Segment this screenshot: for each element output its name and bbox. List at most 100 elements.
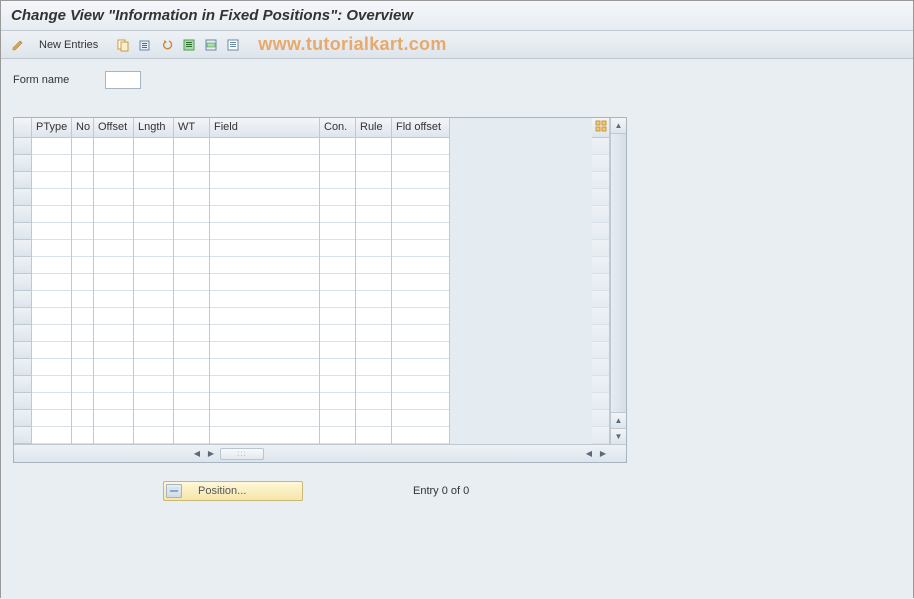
table-cell[interactable] bbox=[174, 291, 209, 308]
scroll-down-end-icon[interactable]: ▼ bbox=[611, 428, 626, 444]
table-cell[interactable] bbox=[134, 274, 173, 291]
row-selector[interactable] bbox=[14, 427, 32, 444]
table-cell[interactable] bbox=[356, 257, 391, 274]
table-cell[interactable] bbox=[210, 308, 319, 325]
table-cell[interactable] bbox=[72, 257, 93, 274]
table-cell[interactable] bbox=[392, 342, 449, 359]
table-cell[interactable] bbox=[174, 206, 209, 223]
table-cell[interactable] bbox=[392, 291, 449, 308]
table-cell[interactable] bbox=[356, 172, 391, 189]
column-header[interactable]: Offset bbox=[94, 118, 133, 138]
table-cell[interactable] bbox=[94, 308, 133, 325]
table-cell[interactable] bbox=[134, 257, 173, 274]
table-cell[interactable] bbox=[356, 291, 391, 308]
row-selector[interactable] bbox=[14, 189, 32, 206]
row-selector[interactable] bbox=[14, 410, 32, 427]
table-cell[interactable] bbox=[94, 206, 133, 223]
table-cell[interactable] bbox=[320, 138, 355, 155]
row-selector[interactable] bbox=[14, 376, 32, 393]
table-cell[interactable] bbox=[210, 291, 319, 308]
row-selector[interactable] bbox=[14, 138, 32, 155]
table-cell[interactable] bbox=[320, 155, 355, 172]
table-cell[interactable] bbox=[134, 325, 173, 342]
table-cell[interactable] bbox=[320, 325, 355, 342]
table-cell[interactable] bbox=[356, 427, 391, 444]
table-cell[interactable] bbox=[32, 342, 71, 359]
table-cell[interactable] bbox=[32, 325, 71, 342]
scroll-left-end-icon[interactable]: ◀ bbox=[582, 447, 596, 461]
table-cell[interactable] bbox=[72, 393, 93, 410]
table-cell[interactable] bbox=[174, 274, 209, 291]
table-cell[interactable] bbox=[32, 138, 71, 155]
table-cell[interactable] bbox=[72, 308, 93, 325]
table-cell[interactable] bbox=[134, 172, 173, 189]
table-cell[interactable] bbox=[72, 206, 93, 223]
table-cell[interactable] bbox=[94, 342, 133, 359]
select-block-icon[interactable] bbox=[202, 36, 220, 54]
row-selector[interactable] bbox=[14, 325, 32, 342]
table-settings-icon[interactable] bbox=[592, 118, 609, 138]
table-cell[interactable] bbox=[94, 427, 133, 444]
table-cell[interactable] bbox=[32, 393, 71, 410]
vertical-scrollbar[interactable]: ▲ ▲ ▼ bbox=[610, 118, 626, 444]
table-cell[interactable] bbox=[210, 274, 319, 291]
table-cell[interactable] bbox=[320, 240, 355, 257]
table-cell[interactable] bbox=[32, 274, 71, 291]
table-cell[interactable] bbox=[134, 223, 173, 240]
table-cell[interactable] bbox=[174, 155, 209, 172]
table-cell[interactable] bbox=[210, 257, 319, 274]
table-cell[interactable] bbox=[356, 274, 391, 291]
toggle-change-icon[interactable] bbox=[9, 36, 27, 54]
row-selector[interactable] bbox=[14, 308, 32, 325]
row-selector[interactable] bbox=[14, 291, 32, 308]
table-cell[interactable] bbox=[94, 410, 133, 427]
table-cell[interactable] bbox=[392, 410, 449, 427]
table-cell[interactable] bbox=[32, 410, 71, 427]
table-cell[interactable] bbox=[72, 376, 93, 393]
table-cell[interactable] bbox=[356, 325, 391, 342]
column-header[interactable]: Field bbox=[210, 118, 319, 138]
table-cell[interactable] bbox=[32, 240, 71, 257]
table-cell[interactable] bbox=[72, 138, 93, 155]
table-cell[interactable] bbox=[94, 223, 133, 240]
table-cell[interactable] bbox=[94, 172, 133, 189]
table-cell[interactable] bbox=[210, 223, 319, 240]
table-cell[interactable] bbox=[72, 342, 93, 359]
table-cell[interactable] bbox=[392, 257, 449, 274]
table-cell[interactable] bbox=[210, 206, 319, 223]
scroll-down-icon[interactable]: ▲ bbox=[611, 412, 626, 428]
table-cell[interactable] bbox=[32, 172, 71, 189]
table-cell[interactable] bbox=[72, 325, 93, 342]
table-cell[interactable] bbox=[392, 274, 449, 291]
table-cell[interactable] bbox=[210, 155, 319, 172]
table-cell[interactable] bbox=[134, 376, 173, 393]
column-header[interactable]: PType bbox=[32, 118, 71, 138]
table-cell[interactable] bbox=[72, 410, 93, 427]
column-header[interactable]: WT bbox=[174, 118, 209, 138]
delete-icon[interactable] bbox=[136, 36, 154, 54]
hscroll-thumb[interactable]: ::: bbox=[220, 448, 264, 460]
table-cell[interactable] bbox=[320, 359, 355, 376]
table-cell[interactable] bbox=[174, 138, 209, 155]
table-cell[interactable] bbox=[32, 155, 71, 172]
table-cell[interactable] bbox=[392, 206, 449, 223]
table-cell[interactable] bbox=[134, 427, 173, 444]
table-cell[interactable] bbox=[392, 223, 449, 240]
table-cell[interactable] bbox=[392, 172, 449, 189]
table-cell[interactable] bbox=[134, 240, 173, 257]
table-cell[interactable] bbox=[320, 427, 355, 444]
table-cell[interactable] bbox=[72, 189, 93, 206]
table-cell[interactable] bbox=[320, 308, 355, 325]
scroll-right-step-icon[interactable]: ▶ bbox=[204, 447, 218, 461]
table-cell[interactable] bbox=[174, 359, 209, 376]
column-header[interactable]: Lngth bbox=[134, 118, 173, 138]
table-cell[interactable] bbox=[320, 393, 355, 410]
table-cell[interactable] bbox=[134, 308, 173, 325]
row-selector[interactable] bbox=[14, 257, 32, 274]
table-cell[interactable] bbox=[356, 206, 391, 223]
table-cell[interactable] bbox=[94, 291, 133, 308]
table-cell[interactable] bbox=[174, 257, 209, 274]
table-cell[interactable] bbox=[392, 189, 449, 206]
table-cell[interactable] bbox=[210, 342, 319, 359]
table-cell[interactable] bbox=[94, 189, 133, 206]
